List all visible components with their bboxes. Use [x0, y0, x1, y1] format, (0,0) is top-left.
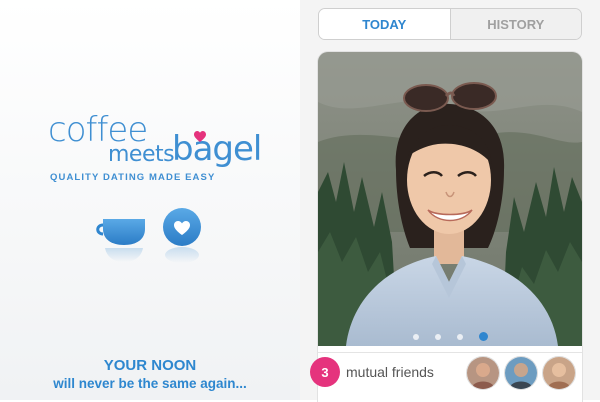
- promo-panel: coffee meets bagel QUALITY DATING MADE E…: [0, 0, 300, 400]
- pager-dot[interactable]: [434, 333, 441, 340]
- photo-pager: [318, 328, 582, 346]
- logo-word-meets: meets: [108, 142, 175, 167]
- logo-word-bagel: bagel: [172, 129, 262, 169]
- tab-history[interactable]: HISTORY: [450, 9, 581, 39]
- tab-today[interactable]: TODAY: [319, 9, 451, 39]
- app-screen: TODAY HISTORY 3 mutual friends: [300, 0, 600, 402]
- tab-bar: TODAY HISTORY: [318, 8, 582, 40]
- friend-avatar-image: [505, 357, 537, 389]
- pager-dot[interactable]: [412, 333, 419, 340]
- pager-dot-active[interactable]: [478, 332, 488, 342]
- heart-icon: [163, 208, 201, 263]
- profile-photo[interactable]: [318, 52, 582, 346]
- friend-avatar[interactable]: [466, 356, 500, 390]
- friend-avatar[interactable]: [542, 356, 576, 390]
- pager-dot[interactable]: [456, 333, 463, 340]
- mutual-friends-count-badge: 3: [310, 357, 340, 387]
- friend-avatar-image: [467, 357, 499, 389]
- coffee-cup-icon: [96, 219, 145, 262]
- promo-title: YOUR NOON: [103, 357, 197, 374]
- friend-avatar-image: [543, 357, 575, 389]
- logo-heart-icon: [194, 131, 206, 142]
- profile-card[interactable]: [318, 52, 582, 402]
- promo-subtitle: will never be the same again...: [53, 376, 247, 391]
- logo-tagline: QUALITY DATING MADE EASY: [50, 172, 216, 183]
- friend-avatar[interactable]: [504, 356, 538, 390]
- mutual-friends-label: mutual friends: [346, 364, 434, 380]
